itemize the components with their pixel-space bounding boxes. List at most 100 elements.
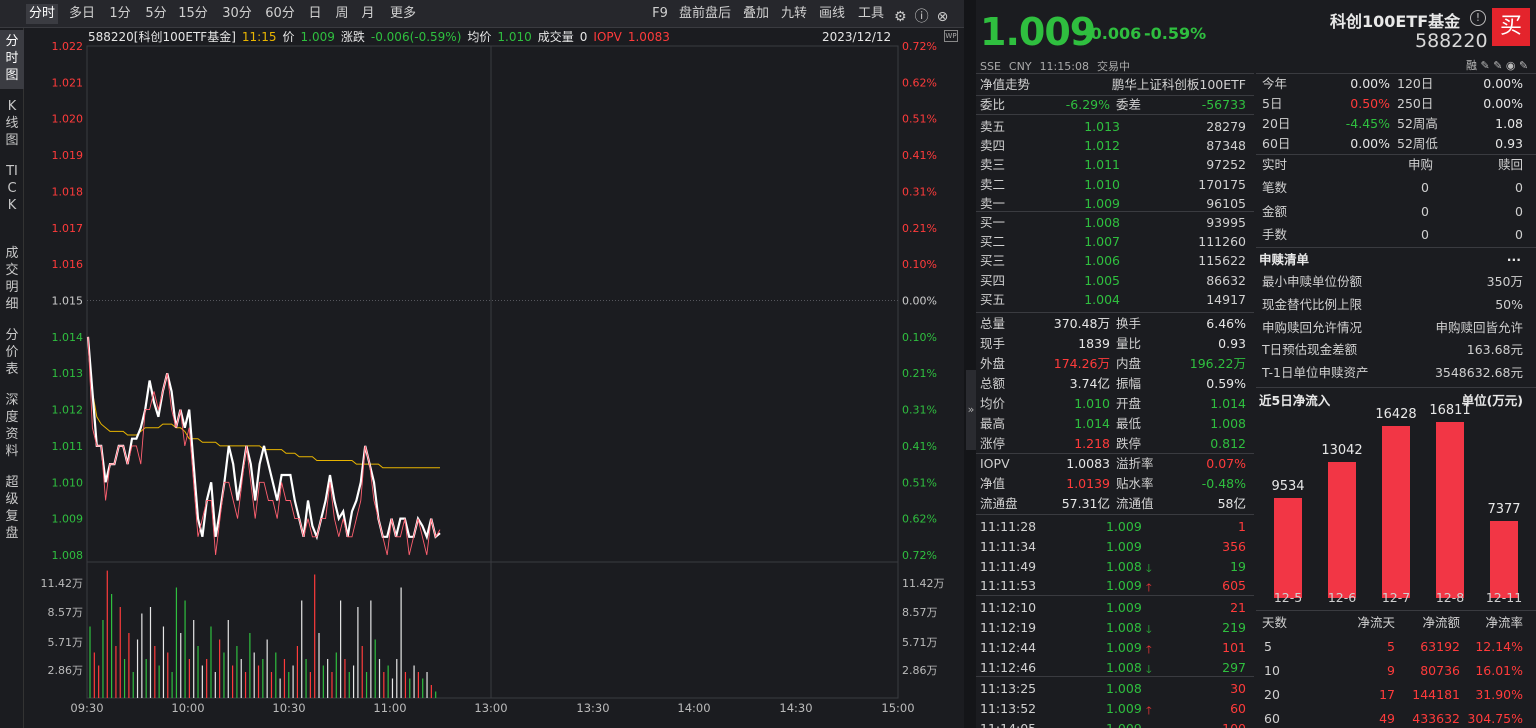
left-tab-3[interactable]: 成交明细: [0, 242, 24, 318]
quote-meta: SSE CNY 11:15:08 交易中: [980, 58, 1138, 74]
stat2-value: 0.07%: [1206, 456, 1246, 471]
y-tick-left: 1.018: [52, 185, 84, 198]
stat2-label: 贴水率: [1116, 476, 1154, 491]
bid-price: 1.008: [1084, 215, 1120, 230]
redeem-more-icon: ···: [1506, 252, 1521, 267]
stat-label: 总额: [980, 376, 1006, 391]
info-icon[interactable]: !: [1470, 10, 1486, 26]
left-tab-6[interactable]: 超级复盘: [0, 471, 24, 547]
left-tab-5[interactable]: 深度资料: [0, 389, 24, 465]
tab-5[interactable]: 30分: [220, 4, 254, 24]
stat-label: 开盘: [1116, 396, 1142, 411]
vol-tick-right: 5.71万: [902, 636, 938, 649]
y-tick-right: 0.31%: [902, 404, 937, 417]
tick-price: 1.008: [1106, 558, 1142, 574]
toolbar-tool-4[interactable]: 画线: [816, 4, 848, 24]
tab-0[interactable]: 分时: [26, 4, 58, 24]
flow-row: 10 9 80736 16.01%: [1262, 661, 1529, 681]
separator: [976, 595, 1254, 597]
perf-row: 5日 0.50% 250日 0.00%: [1262, 94, 1529, 114]
toolbar-tool-1[interactable]: 盘前盘后: [676, 4, 734, 24]
flow-row: 20 17 144181 31.90%: [1262, 685, 1529, 705]
intraday-chart[interactable]: 1.022 0.72% 1.021 0.62% 1.020 0.51% 1.019 0.41%…: [0, 28, 964, 728]
tab-1[interactable]: 多日: [66, 4, 98, 24]
stat2-value: 58亿: [1217, 496, 1246, 511]
stat2-value: 1.0083: [1066, 456, 1110, 471]
stat-row: 现手 1839 量比 0.93: [980, 334, 1248, 354]
inflow-date-label: 12-7: [1381, 590, 1411, 605]
y-tick-right: 0.21%: [902, 367, 937, 380]
tab-8[interactable]: 周: [332, 4, 352, 24]
y-tick-left: 1.011: [52, 440, 84, 453]
tick-time: 11:12:46: [980, 659, 1037, 675]
left-tab-4[interactable]: 分价表: [0, 324, 24, 383]
tick-row: 11:14:05 1.009 100: [980, 719, 1248, 728]
y-tick-right: 0.10%: [902, 258, 937, 271]
flow-header: 天数: [1262, 615, 1288, 630]
x-tick: 10:30: [272, 701, 305, 715]
stat-label: 最低: [1116, 416, 1142, 431]
tick-volume: 60: [1230, 701, 1246, 717]
stat-label: 最高: [980, 416, 1006, 431]
tab-10[interactable]: 更多: [386, 4, 420, 24]
collapse-handle[interactable]: »: [966, 370, 976, 450]
help-icon[interactable]: ⓘ: [915, 9, 929, 25]
inflow-date-label: 12-11: [1485, 590, 1523, 605]
tick-time: 11:12:44: [980, 639, 1037, 655]
perf-value: 0.00%: [1350, 76, 1390, 91]
tab-2[interactable]: 1分: [108, 4, 132, 24]
tick-price: 1.009: [1106, 701, 1142, 717]
left-tab-1[interactable]: K线图: [0, 95, 24, 154]
tab-3[interactable]: 5分: [142, 4, 170, 24]
tab-7[interactable]: 日: [306, 4, 324, 24]
fund-tools-icons[interactable]: 融 ✎ ✎ ◉ ✎: [1466, 57, 1528, 73]
weicha-label: 委差: [1116, 97, 1142, 112]
tick-time: 11:13:52: [980, 701, 1037, 717]
vol-tick-right: 8.57万: [902, 606, 938, 619]
stat2-row: 净值 1.0139 贴水率 -0.48%: [980, 474, 1248, 494]
y-tick-right: 0.62%: [902, 513, 937, 526]
y-tick-left: 1.008: [52, 549, 84, 562]
tick-row: 11:11:53 1.009 605: [980, 576, 1248, 596]
tab-6[interactable]: 60分: [262, 4, 298, 24]
perf-label: 60日: [1262, 136, 1291, 151]
realtime-row: 手数 0 0: [1262, 225, 1529, 245]
separator: [1256, 387, 1536, 388]
bid-row: 买四 1.005 86632: [980, 271, 1248, 291]
inflow-bar-label: 7377: [1487, 501, 1521, 517]
x-tick: 13:30: [576, 701, 609, 715]
bid-volume: 115622: [1198, 253, 1246, 269]
separator: [1256, 610, 1536, 611]
close-icon[interactable]: ⊗: [937, 9, 949, 25]
left-tab-2[interactable]: TICK: [0, 160, 24, 236]
stat-value: 0.59%: [1206, 376, 1246, 391]
realtime-header: 申购: [1408, 157, 1434, 172]
realtime-subscribe: 0: [1421, 180, 1429, 195]
toolbar-tool-5[interactable]: 工具: [854, 4, 888, 24]
y-tick-left: 1.012: [52, 404, 84, 417]
stat-row: 外盘 174.26万 内盘 196.22万: [980, 354, 1248, 374]
redeem-label: T-1日单位申赎资产: [1262, 365, 1369, 381]
weibi-label: 委比: [980, 97, 1006, 112]
inflow-bar-label: 16811: [1429, 403, 1471, 419]
toolbar-tool-2[interactable]: 叠加: [740, 4, 772, 24]
toolbar-tool-0[interactable]: F9: [650, 4, 670, 24]
flow-days: 5: [1264, 639, 1272, 654]
buy-button[interactable]: 买: [1492, 8, 1530, 46]
flow-net-amount: 433632: [1412, 711, 1460, 726]
stat-value: 1.218: [1074, 436, 1110, 451]
settings-icon[interactable]: ⚙: [894, 9, 907, 25]
tab-9[interactable]: 月: [358, 4, 378, 24]
weibi-row: 委比 -6.29% 委差 -56733: [980, 95, 1248, 115]
y-tick-left: 1.014: [52, 331, 84, 344]
toolbar-tool-3[interactable]: 九转: [778, 4, 810, 24]
stat-label: 换手: [1116, 316, 1142, 331]
redeem-value: 350万: [1486, 274, 1523, 289]
vol-tick-left: 2.86万: [48, 664, 84, 677]
stat-label: 跌停: [1116, 436, 1142, 451]
flow-net-days: 9: [1387, 663, 1395, 678]
tab-4[interactable]: 15分: [176, 4, 210, 24]
left-tab-0[interactable]: 分时图: [0, 30, 24, 89]
stat-row: 最高 1.014 最低 1.008: [980, 414, 1248, 434]
bid-label: 买三: [980, 253, 1006, 269]
